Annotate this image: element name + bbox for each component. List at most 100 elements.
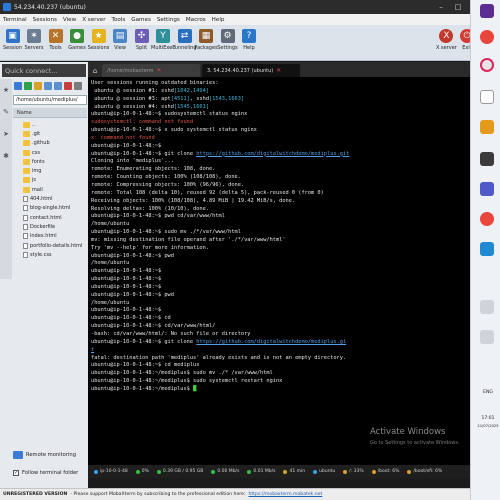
follow-terminal-checkbox[interactable]: ✓ [13, 470, 19, 476]
clock-date[interactable]: 21/07/2025 [477, 424, 499, 428]
terminal-line: ubuntu@ip-10-0-1-48:~$ x sudo systemctl … [91, 127, 467, 135]
store-icon[interactable] [480, 90, 494, 104]
quick-connect-input[interactable]: Quick connect... [2, 64, 86, 77]
file-list-item[interactable]: index.html [13, 232, 87, 241]
toolbar-help-button[interactable]: ? Help [239, 29, 260, 51]
terminal-text: [1543,1663] [209, 95, 245, 102]
close-tab-icon[interactable]: ✕ [276, 67, 281, 74]
menu-help[interactable]: Help [212, 17, 225, 23]
macros-tab-icon[interactable]: ✱ [0, 145, 12, 167]
file-list-item[interactable]: blog-single.html [13, 204, 87, 213]
home-tab-icon[interactable]: ⌂ [90, 65, 100, 77]
tab-label: /home/mobaxterm [107, 67, 154, 74]
remote-monitoring-toggle[interactable]: Remote monitoring [13, 448, 87, 462]
terminal-text: ubuntu@ip-10-0-1-48:~$ git clone [91, 150, 197, 157]
upload-icon[interactable] [54, 82, 62, 90]
folder-icon [23, 121, 30, 128]
status-item: 0.00 Mb/s [209, 467, 241, 476]
clock-time[interactable]: 17:01 [477, 416, 499, 421]
toolbar-games-button[interactable]: ● Games [67, 29, 88, 51]
toolbar-multiexec-button[interactable]: Y MultiExec [151, 29, 175, 51]
menu-macros[interactable]: Macros [186, 17, 206, 23]
file-list-item[interactable]: .git [13, 129, 87, 138]
file-list-item[interactable]: 404.html [13, 194, 87, 203]
toolbar-x-server-button[interactable]: X X server [436, 29, 457, 51]
file-list-item[interactable]: Dockerfile [13, 222, 87, 231]
terminal-line: remote: Enumerating objects: 108, done. [91, 166, 467, 174]
terminal-line: ubuntu@ip-10-0-1-48:~$ [91, 268, 467, 276]
file-list-item[interactable]: portfolio-details.html [13, 241, 87, 250]
menu-settings[interactable]: Settings [157, 17, 180, 23]
new-file-icon[interactable] [74, 82, 82, 90]
menu-sessions[interactable]: Sessions [33, 17, 57, 23]
terminal-link[interactable]: t [91, 347, 94, 353]
maximize-button[interactable]: □ [451, 0, 465, 14]
toolbar-session-button[interactable]: ▣ Session [2, 29, 23, 51]
file-list-item[interactable]: css [13, 148, 87, 157]
file-list-item[interactable]: contact.html [13, 213, 87, 222]
taskbar-app-icon[interactable] [480, 4, 494, 18]
menu-x-server[interactable]: X server [82, 17, 105, 23]
tray-icon[interactable] [480, 300, 494, 314]
toolbar-split-button[interactable]: ✣ Split [131, 29, 152, 51]
file-list-item[interactable]: mail [13, 185, 87, 194]
terminal-text: ubuntu@ip-10-0-1-48:~$ pwd [91, 252, 174, 259]
terminal-text: ubuntu @ session #1: sshd [91, 87, 174, 94]
terminal-link[interactable]: https://github.com/digitalwitchdemo/medi… [196, 151, 349, 157]
chrome-icon[interactable] [480, 212, 494, 226]
tab-local-terminal[interactable]: /home/mobaxterm ✕ [102, 64, 200, 77]
terminal-text: ubuntu@ip-10-0-1-48:~$ sudosystemctl sta… [91, 111, 248, 118]
tray-icon[interactable] [480, 330, 494, 344]
subscribe-link[interactable]: https://mobaxterm.mobatek.net [248, 492, 322, 497]
go-up-icon[interactable] [14, 82, 22, 90]
toolbar-servers-button[interactable]: ✶ Servers [24, 29, 45, 51]
name-column-header[interactable]: Name [17, 110, 32, 116]
file-list-item[interactable]: style.css [13, 250, 87, 259]
teams-icon[interactable] [480, 182, 494, 196]
file-list-item[interactable]: img [13, 166, 87, 175]
file-list-header[interactable]: Name [13, 108, 87, 118]
menu-games[interactable]: Games [131, 17, 151, 23]
toolbar-tunneling-button[interactable]: ⇄ Tunneling [173, 29, 197, 51]
sessions-star-tab-icon[interactable]: ★ [0, 79, 12, 101]
toolbar-settings-button[interactable]: ⚙ Settings [217, 29, 238, 51]
terminal-line: /home/ubuntu [91, 221, 467, 229]
tab-ssh-session[interactable]: 3. 54.234.40.237 (ubuntu) ✕ [202, 64, 300, 77]
menu-terminal[interactable]: Terminal [3, 17, 27, 23]
delete-icon[interactable] [64, 82, 72, 90]
refresh-icon[interactable] [24, 82, 32, 90]
terminal-output[interactable]: User sessions running outdated binaries:… [88, 77, 470, 465]
file-list-item[interactable]: js [13, 176, 87, 185]
toolbar-tools-button[interactable]: ✕ Tools [45, 29, 66, 51]
chrome-icon[interactable] [480, 30, 494, 44]
terminal-line: ubuntu@ip-10-0-1-48:~$ cd/var/www/html/ [91, 323, 467, 331]
circle-app-icon[interactable] [480, 58, 494, 72]
language-indicator[interactable]: ENG [477, 390, 499, 395]
file-list-item[interactable]: fonts [13, 157, 87, 166]
tools-tab-icon[interactable]: ✎ [0, 101, 12, 123]
terminal-text: User sessions running outdated binaries: [91, 80, 219, 86]
minimize-button[interactable]: – [434, 0, 448, 14]
toolbar-packages-button[interactable]: ▦ Packages [194, 29, 218, 51]
download-icon[interactable] [44, 82, 52, 90]
remote-monitoring-bar: ip-10-0-1-48 0% 0.39 GB / 0.95 GB 0.00 Mb/s… [88, 465, 470, 478]
activate-windows-watermark: Activate Windows [370, 427, 446, 437]
remote-path-input[interactable]: /home/ubuntu/mediplus/ [13, 95, 87, 105]
terminal-text: remote: Enumerating objects: 108, done. [91, 166, 216, 173]
terminal-app-icon[interactable] [480, 152, 494, 166]
status-label: ubuntu [319, 469, 336, 474]
sftp-tab-icon[interactable]: ➤ [0, 123, 12, 145]
follow-terminal-toggle[interactable]: ✓ Follow terminal folder [13, 467, 87, 479]
close-tab-icon[interactable]: ✕ [157, 67, 162, 74]
file-list-item[interactable]: .github [13, 139, 87, 148]
files-icon[interactable] [480, 120, 494, 134]
menu-view[interactable]: View [63, 17, 76, 23]
file-list-item[interactable]: .. [13, 120, 87, 129]
terminal-link[interactable]: https://github.com/digitalwitchdemo/medi… [196, 339, 346, 345]
tab-label: 3. 54.234.40.237 (ubuntu) [207, 67, 274, 74]
toolbar-sessions-button[interactable]: ★ Sessions [88, 29, 109, 51]
menu-tools[interactable]: Tools [112, 17, 126, 23]
mobaxterm-taskbar-icon[interactable] [480, 242, 494, 256]
new-folder-icon[interactable] [34, 82, 42, 90]
toolbar-view-button[interactable]: ▤ View [110, 29, 131, 51]
